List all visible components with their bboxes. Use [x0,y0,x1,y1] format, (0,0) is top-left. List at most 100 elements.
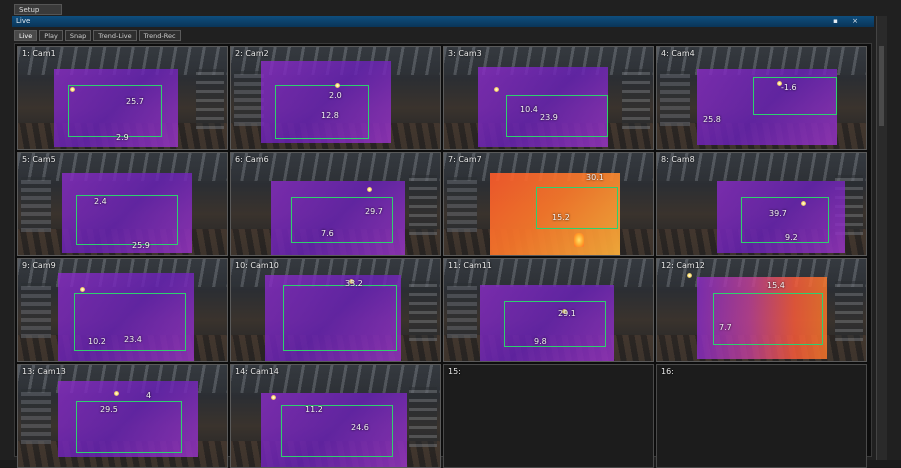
temperature-readout: 29.1 [558,309,576,318]
temperature-readout: 11.2 [305,405,323,414]
camera-tile-2[interactable]: 2: Cam2 2.0 12.8 [230,46,441,150]
roi-box[interactable] [68,85,162,137]
temperature-readout: 2.0 [329,91,342,100]
camera-scene-rack [835,281,863,341]
camera-label: 14: Cam14 [235,367,279,376]
tab-live[interactable]: Live [14,30,38,41]
temperature-readout: 23.9 [540,113,558,122]
hotspot-marker [687,273,692,278]
camera-scene-rack [660,71,690,126]
roi-box[interactable] [76,195,178,245]
camera-tile-15[interactable]: 15: [443,364,654,468]
temperature-readout: 25.8 [703,115,721,124]
camera-label: 10: Cam10 [235,261,279,270]
hotspot-marker [271,395,276,400]
camera-label: 15: [448,367,461,376]
roi-box[interactable] [76,401,182,453]
roi-box[interactable] [283,285,397,351]
camera-tile-6[interactable]: 6: Cam6 29.7 7.6 [230,152,441,256]
hotspot-marker [80,287,85,292]
camera-grid-frame: 1: Cam1 25.7 2.9 2: Cam2 2.0 12.8 3: Cam… [14,43,872,468]
temperature-readout: 2.9 [116,133,129,142]
camera-tile-16[interactable]: 16: [656,364,867,468]
roi-box[interactable] [291,197,393,243]
temperature-readout: 33.2 [345,279,363,288]
temperature-readout: 29.7 [365,207,383,216]
tab-play[interactable]: Play [39,30,63,41]
temperature-readout: 39.7 [769,209,787,218]
camera-label: 16: [661,367,674,376]
hotspot-marker [367,187,372,192]
camera-scene-rack [622,69,650,129]
camera-tile-4[interactable]: 4: Cam4 -1.6 25.8 [656,46,867,150]
person-heat-signature [574,233,584,247]
camera-tile-12[interactable]: 12: Cam12 15.4 7.7 [656,258,867,362]
camera-tile-10[interactable]: 10: Cam10 33.2 [230,258,441,362]
roi-box[interactable] [713,293,823,345]
temperature-readout: 2.4 [94,197,107,206]
view-tabs: Live Play Snap Trend-Live Trend-Rec [14,30,181,42]
temperature-readout: -1.6 [781,83,797,92]
temperature-readout: 30.1 [586,173,604,182]
scrollbar-thumb[interactable] [879,46,884,126]
temperature-readout: 23.4 [124,335,142,344]
temperature-readout: 15.4 [767,281,785,290]
camera-tile-14[interactable]: 14: Cam14 11.2 24.6 [230,364,441,468]
camera-label: 6: Cam6 [235,155,269,164]
temperature-readout: 9.2 [785,233,798,242]
hotspot-marker [114,391,119,396]
tab-snap[interactable]: Snap [64,30,92,41]
camera-scene-rack [447,177,477,232]
camera-tile-11[interactable]: 11: Cam11 29.1 9.8 [443,258,654,362]
camera-label: 2: Cam2 [235,49,269,58]
hotspot-marker [335,83,340,88]
camera-tile-9[interactable]: 9: Cam9 10.2 23.4 [17,258,228,362]
camera-scene-rack [196,69,224,129]
camera-tile-1[interactable]: 1: Cam1 25.7 2.9 [17,46,228,150]
camera-tile-5[interactable]: 5: Cam5 2.4 25.9 [17,152,228,256]
panel-header: Live ▪ × [12,16,874,27]
camera-label: 8: Cam8 [661,155,695,164]
camera-label: 11: Cam11 [448,261,492,270]
camera-scene-rack [21,283,51,338]
hotspot-marker [70,87,75,92]
panel-window-controls[interactable]: ▪ × [833,16,864,27]
camera-label: 5: Cam5 [22,155,56,164]
window-tab-setup[interactable]: Setup [14,4,62,15]
camera-scene-rack [234,71,264,126]
temperature-readout: 24.6 [351,423,369,432]
camera-label: 1: Cam1 [22,49,56,58]
temperature-readout: 7.6 [321,229,334,238]
hotspot-marker [494,87,499,92]
camera-tile-3[interactable]: 3: Cam3 10.4 23.9 [443,46,654,150]
temperature-readout: 12.8 [321,111,339,120]
camera-tile-8[interactable]: 8: Cam8 39.7 9.2 [656,152,867,256]
camera-label: 7: Cam7 [448,155,482,164]
camera-grid: 1: Cam1 25.7 2.9 2: Cam2 2.0 12.8 3: Cam… [17,46,869,468]
hotspot-marker [801,201,806,206]
camera-label: 4: Cam4 [661,49,695,58]
roi-box[interactable] [281,405,393,457]
temperature-readout: 4 [146,391,152,400]
roi-box[interactable] [504,301,606,347]
camera-scene-rack [447,283,477,338]
camera-scene-rack [409,387,437,447]
camera-scene-rack [409,281,437,341]
camera-tile-7[interactable]: 7: Cam7 30.1 15.2 [443,152,654,256]
tab-trend-live[interactable]: Trend-Live [93,30,137,41]
tab-trend-rec[interactable]: Trend-Rec [138,30,181,41]
temperature-readout: 7.7 [719,323,732,332]
camera-tile-13[interactable]: 13: Cam13 29.5 4 [17,364,228,468]
roi-box[interactable] [536,187,618,229]
temperature-readout: 10.2 [88,337,106,346]
panel-title: Live [16,17,31,25]
temperature-readout: 15.2 [552,213,570,222]
camera-scene-rack [21,389,51,444]
temperature-readout: 10.4 [520,105,538,114]
temperature-readout: 29.5 [100,405,118,414]
temperature-readout: 25.7 [126,97,144,106]
camera-scene-rack [21,177,51,232]
temperature-readout: 9.8 [534,337,547,346]
vertical-scrollbar[interactable] [876,16,887,460]
camera-label: 13: Cam13 [22,367,66,376]
